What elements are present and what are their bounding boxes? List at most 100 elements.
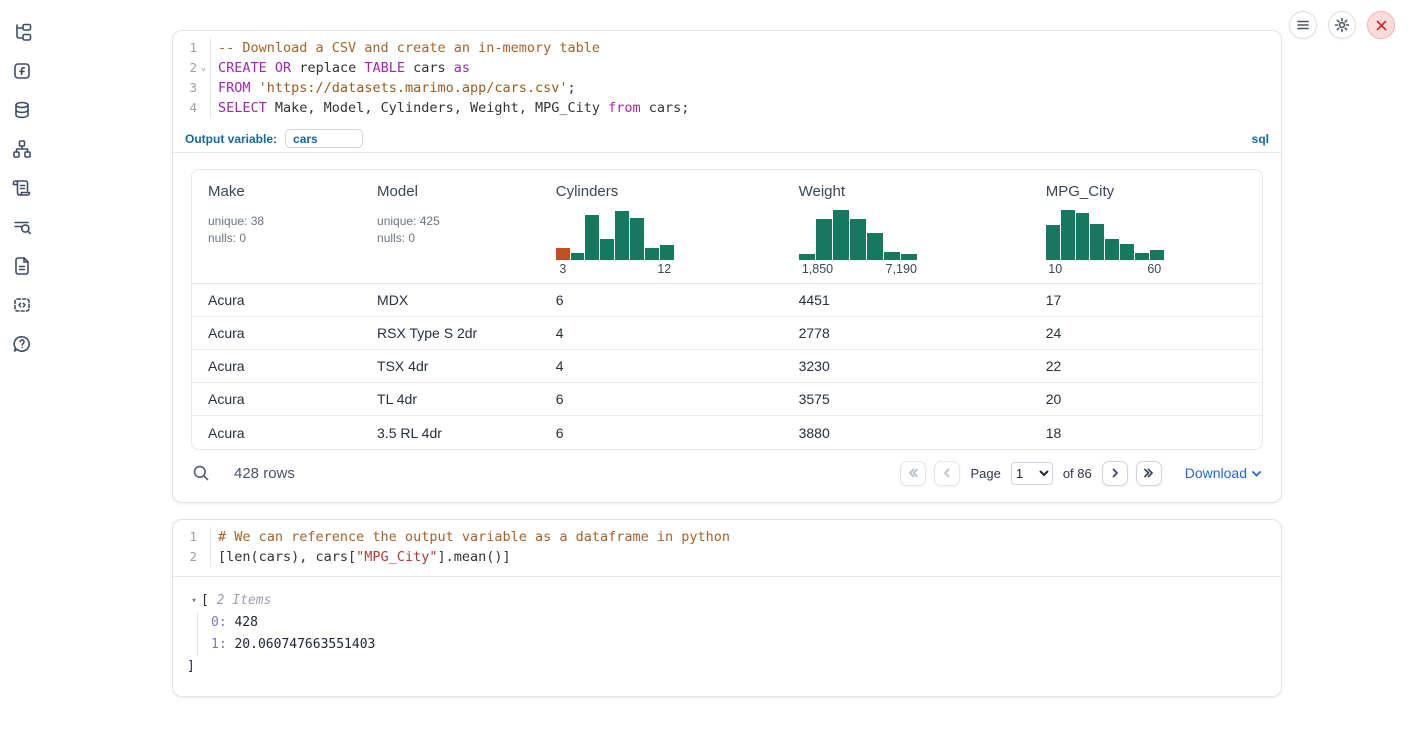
code-line[interactable]: 4SELECT Make, Model, Cylinders, Weight, … xyxy=(173,98,1281,118)
axis-max-label: 60 xyxy=(1147,262,1161,277)
column-header-mpg-city[interactable]: MPG_City 1060 xyxy=(1030,183,1262,277)
table-cell: 20 xyxy=(1030,391,1262,407)
histogram-bar[interactable] xyxy=(585,215,599,260)
logs-search-icon[interactable] xyxy=(11,216,33,238)
tree-entry-key: 1: xyxy=(211,637,227,652)
histogram-bar[interactable] xyxy=(1061,210,1075,260)
histogram-bar[interactable] xyxy=(833,210,849,260)
code-line[interactable]: 1-- Download a CSV and create an in-memo… xyxy=(173,38,1281,58)
axis-max-label: 12 xyxy=(657,262,671,277)
histogram-bar[interactable] xyxy=(884,252,900,260)
unique-stat: unique: 38 xyxy=(208,213,345,230)
help-icon[interactable] xyxy=(11,333,33,355)
settings-gear-button[interactable] xyxy=(1328,11,1356,39)
table-row[interactable]: Acura3.5 RL 4dr6388018 xyxy=(192,416,1262,449)
dependency-graph-icon[interactable] xyxy=(11,138,33,160)
sql-code-editor[interactable]: 1-- Download a CSV and create an in-memo… xyxy=(173,31,1281,125)
collapse-chevron-icon[interactable]: ▾ xyxy=(187,590,201,612)
histogram-bar[interactable] xyxy=(1135,253,1149,260)
histogram-bar[interactable] xyxy=(645,248,659,260)
axis-max-label: 7,190 xyxy=(886,262,917,277)
column-header-make[interactable]: Make unique: 38 nulls: 0 xyxy=(192,183,361,277)
histogram-bar[interactable] xyxy=(660,245,674,260)
cylinders-histogram: 3 12 xyxy=(556,208,674,277)
column-header-cylinders[interactable]: Cylinders 312 xyxy=(540,183,783,277)
search-icon[interactable] xyxy=(192,463,212,483)
histogram-bar[interactable] xyxy=(867,233,883,260)
open-bracket: [ xyxy=(201,590,209,612)
close-button[interactable] xyxy=(1367,11,1395,39)
tree-entry-value: 428 xyxy=(227,615,258,630)
histogram-bars xyxy=(799,208,917,260)
database-icon[interactable] xyxy=(11,99,33,121)
output-variable-input[interactable] xyxy=(285,129,363,148)
table-cell: MDX xyxy=(361,292,540,308)
nulls-stat: nulls: 0 xyxy=(377,230,524,247)
axis-min-label: 1,850 xyxy=(802,262,833,277)
pagination: Page 1 of 86 Download xyxy=(900,461,1262,486)
left-sidebar xyxy=(0,0,44,729)
histogram-bar[interactable] xyxy=(600,239,614,260)
snippets-icon[interactable] xyxy=(11,294,33,316)
code-line[interactable]: 2[len(cars), cars["MPG_City"].mean()] xyxy=(173,547,1281,567)
table-row[interactable]: AcuraMDX6445117 xyxy=(192,284,1262,317)
fold-chevron-icon[interactable]: ⌄ xyxy=(197,58,210,78)
tree-entry: 1: 20.060747663551403 xyxy=(211,634,1263,656)
fold-chevron-icon xyxy=(197,78,210,98)
fold-chevron-icon xyxy=(197,527,210,547)
table-cell: 17 xyxy=(1030,292,1262,308)
table-cell: 4 xyxy=(540,325,783,341)
histogram-bar[interactable] xyxy=(571,253,585,260)
table-cell: Acura xyxy=(192,425,361,441)
histogram-bar[interactable] xyxy=(1105,239,1119,260)
document-icon[interactable] xyxy=(11,255,33,277)
line-number: 1 xyxy=(173,527,197,547)
next-page-button[interactable] xyxy=(1102,461,1128,486)
function-icon[interactable] xyxy=(11,60,33,82)
chevron-down-icon xyxy=(1251,468,1262,479)
histogram-bar[interactable] xyxy=(1150,250,1164,260)
menu-button[interactable] xyxy=(1289,11,1317,39)
code-line[interactable]: 1# We can reference the output variable … xyxy=(173,527,1281,547)
first-page-button[interactable] xyxy=(900,461,926,486)
axis-min-label: 10 xyxy=(1048,262,1062,277)
line-number: 2 xyxy=(173,547,197,567)
axis-min-label: 3 xyxy=(559,262,566,277)
histogram-bar[interactable] xyxy=(901,254,917,260)
table-cell: Acura xyxy=(192,292,361,308)
scroll-icon[interactable] xyxy=(11,177,33,199)
table-row[interactable]: AcuraRSX Type S 2dr4277824 xyxy=(192,317,1262,350)
histogram-bar[interactable] xyxy=(1076,213,1090,260)
file-tree-icon[interactable] xyxy=(11,21,33,43)
table-row[interactable]: AcuraTSX 4dr4323022 xyxy=(192,350,1262,383)
data-table: Make unique: 38 nulls: 0 Model unique: 4… xyxy=(191,169,1263,450)
page-select[interactable]: 1 xyxy=(1011,462,1053,485)
last-page-button[interactable] xyxy=(1136,461,1162,486)
table-footer: 428 rows Page 1 of 86 xyxy=(191,450,1263,502)
histogram-bar[interactable] xyxy=(799,254,815,260)
previous-page-button[interactable] xyxy=(934,461,960,486)
table-row[interactable]: AcuraTL 4dr6357520 xyxy=(192,383,1262,416)
column-header-weight[interactable]: Weight 1,8507,190 xyxy=(783,183,1030,277)
histogram-bar[interactable] xyxy=(816,219,832,260)
mpg-city-histogram: 10 60 xyxy=(1046,208,1164,277)
line-number: 1 xyxy=(173,38,197,58)
line-number: 2 xyxy=(173,58,197,78)
histogram-bar[interactable] xyxy=(615,211,629,260)
code-line[interactable]: 2⌄CREATE OR replace TABLE cars as xyxy=(173,58,1281,78)
table-cell: RSX Type S 2dr xyxy=(361,325,540,341)
histogram-bar[interactable] xyxy=(630,218,644,260)
code-line[interactable]: 3FROM 'https://datasets.marimo.app/cars.… xyxy=(173,78,1281,98)
histogram-bar[interactable] xyxy=(1090,224,1104,260)
python-code-editor[interactable]: 1# We can reference the output variable … xyxy=(173,520,1281,577)
python-cell: 1# We can reference the output variable … xyxy=(172,519,1282,697)
sql-output-area: Make unique: 38 nulls: 0 Model unique: 4… xyxy=(173,153,1281,502)
histogram-bar[interactable] xyxy=(1120,244,1134,260)
column-header-model[interactable]: Model unique: 425 nulls: 0 xyxy=(361,183,540,277)
histogram-bar[interactable] xyxy=(1046,225,1060,260)
table-cell: Acura xyxy=(192,358,361,374)
download-button[interactable]: Download xyxy=(1185,465,1262,481)
histogram-bar[interactable] xyxy=(850,219,866,260)
table-cell: 2778 xyxy=(783,325,1030,341)
histogram-bar[interactable] xyxy=(556,248,570,260)
